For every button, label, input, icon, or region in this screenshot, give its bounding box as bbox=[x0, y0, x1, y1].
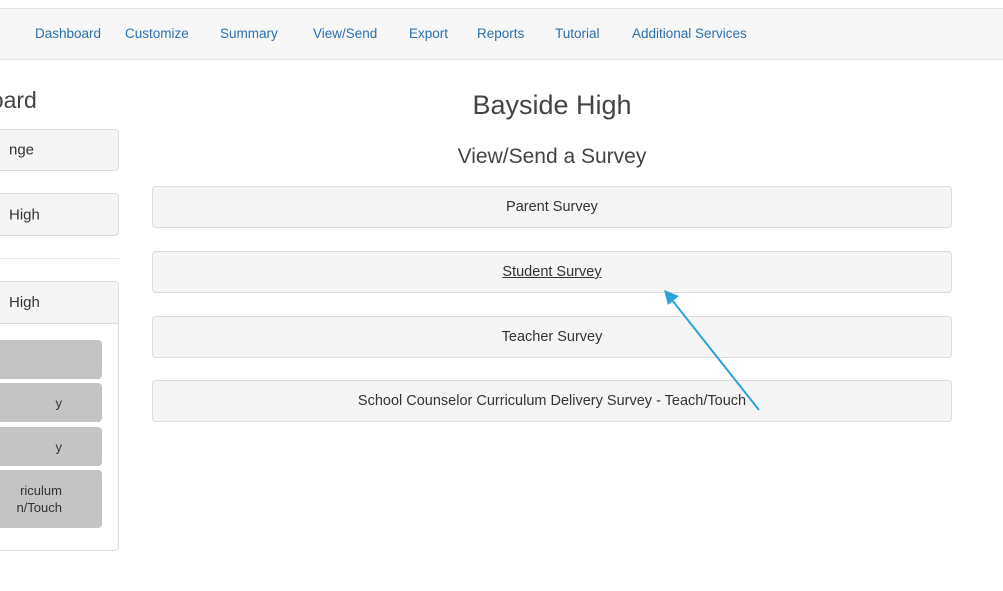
counselor-curriculum-survey-label: School Counselor Curriculum Delivery Sur… bbox=[357, 393, 747, 409]
parent-survey-label: Parent Survey bbox=[506, 199, 598, 215]
sidebar-school-panel: High y y riculum n/Touch bbox=[0, 281, 119, 551]
nav-summary[interactable]: Summary bbox=[220, 26, 278, 41]
sidebar-survey-item[interactable]: y bbox=[0, 427, 102, 466]
sidebar-survey-item-label: y bbox=[55, 439, 63, 454]
sidebar-survey-item[interactable] bbox=[0, 340, 102, 379]
sidebar-survey-item-label: y bbox=[55, 395, 63, 410]
top-navigation-bar: Dashboard Customize Summary View/Send Ex… bbox=[0, 8, 1003, 60]
nav-additional-services[interactable]: Additional Services bbox=[632, 26, 747, 41]
nav-customize[interactable]: Customize bbox=[125, 26, 189, 41]
sidebar-change-button[interactable]: nge bbox=[0, 129, 119, 171]
page-subtitle: View/Send a Survey bbox=[457, 145, 647, 168]
counselor-curriculum-survey-button[interactable]: School Counselor Curriculum Delivery Sur… bbox=[152, 380, 952, 422]
nav-reports[interactable]: Reports bbox=[477, 26, 524, 41]
sidebar-panel-header: High bbox=[0, 282, 118, 324]
page: Dashboard Customize Summary View/Send Ex… bbox=[0, 0, 1003, 591]
teacher-survey-button[interactable]: Teacher Survey bbox=[152, 316, 952, 358]
nav-export[interactable]: Export bbox=[409, 26, 448, 41]
sidebar-divider bbox=[0, 258, 119, 259]
school-name-heading: Bayside High bbox=[472, 90, 632, 120]
sidebar-school-label: High bbox=[9, 206, 40, 223]
student-survey-button[interactable]: Student Survey bbox=[152, 251, 952, 293]
annotation-arrow-icon bbox=[664, 290, 760, 411]
teacher-survey-label: Teacher Survey bbox=[501, 329, 603, 345]
nav-dashboard[interactable]: Dashboard bbox=[35, 26, 101, 41]
nav-tutorial[interactable]: Tutorial bbox=[555, 26, 600, 41]
sidebar-survey-item[interactable]: y bbox=[0, 383, 102, 422]
sidebar-title: board bbox=[0, 87, 37, 113]
nav-view-send[interactable]: View/Send bbox=[313, 26, 377, 41]
sidebar-change-label: nge bbox=[9, 141, 35, 159]
sidebar-school-button[interactable]: High bbox=[0, 193, 119, 236]
sidebar-survey-item-label: riculum n/Touch bbox=[16, 483, 62, 515]
parent-survey-button[interactable]: Parent Survey bbox=[152, 186, 952, 228]
sidebar-panel-header-label: High bbox=[9, 294, 40, 311]
student-survey-label: Student Survey bbox=[502, 264, 602, 280]
sidebar-survey-item[interactable]: riculum n/Touch bbox=[0, 470, 102, 528]
